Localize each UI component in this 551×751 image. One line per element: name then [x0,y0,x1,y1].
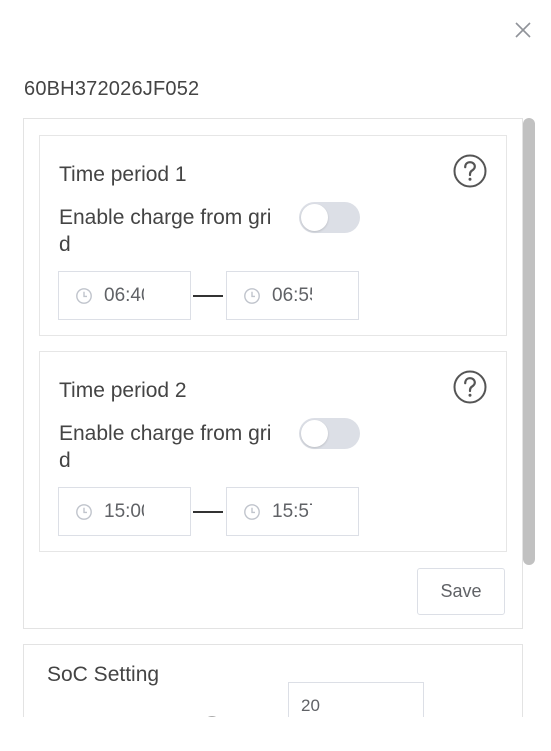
help-icon[interactable] [452,153,488,189]
time-period-card-1: Time period 1 Enable charge from grid 06… [39,135,507,336]
clock-icon [243,287,261,305]
help-icon[interactable] [194,715,230,717]
start-time-value: 06:40 [104,285,144,306]
device-serial-title: 60BH372026JF052 [24,78,200,100]
start-time-input[interactable]: 15:00 [58,487,191,536]
help-icon[interactable] [452,369,488,405]
clock-icon [75,287,93,305]
start-time-value: 15:00 [104,501,144,522]
soc-value-input[interactable] [288,682,424,717]
enable-charge-label: Enable charge from grid [59,206,272,256]
time-range-separator [193,511,223,513]
soc-setting-card: SoC Setting [23,644,523,717]
clock-icon [75,503,93,521]
save-button[interactable]: Save [417,568,505,615]
start-time-input[interactable]: 06:40 [58,271,191,320]
scrollbar-thumb[interactable] [523,118,535,565]
end-time-input[interactable]: 06:55 [226,271,359,320]
toggle-knob [301,420,328,447]
time-range-separator [193,295,223,297]
toggle-knob [301,204,328,231]
close-icon[interactable] [512,19,534,41]
enable-charge-label: Enable charge from grid [59,422,272,472]
clock-icon [243,503,261,521]
end-time-input[interactable]: 15:57 [226,487,359,536]
end-time-value: 06:55 [272,285,312,306]
time-periods-card: Time period 1 Enable charge from grid 06… [23,118,523,629]
scroll-container[interactable]: Time period 1 Enable charge from grid 06… [0,117,551,717]
end-time-value: 15:57 [272,501,312,522]
time-period-card-2: Time period 2 Enable charge from grid 15… [39,351,507,552]
enable-charge-toggle[interactable] [299,202,360,233]
enable-charge-toggle[interactable] [299,418,360,449]
period-title: Time period 1 [59,163,187,186]
soc-setting-title: SoC Setting [47,663,160,686]
period-title: Time period 2 [59,379,187,402]
charge-settings-dialog: 60BH372026JF052 Time period 1 Enable cha… [0,0,551,751]
